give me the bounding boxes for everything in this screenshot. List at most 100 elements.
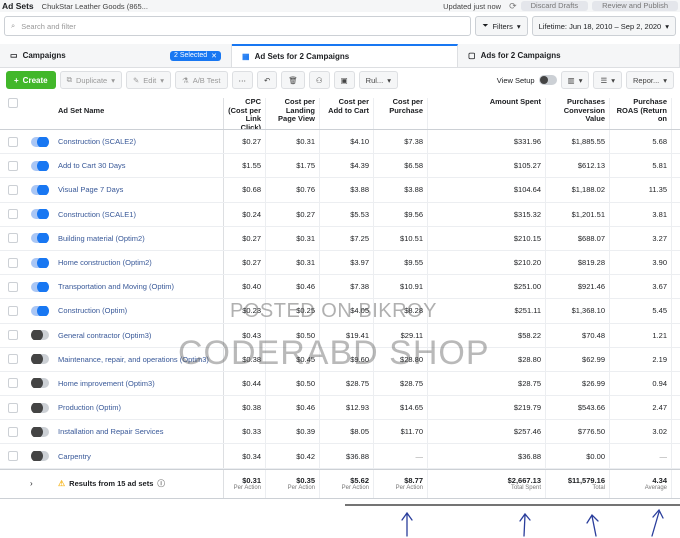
cell-spent: $251.11 <box>514 306 541 316</box>
audience-button[interactable]: ⚇ <box>308 71 330 89</box>
selected-badge[interactable]: 2 Selected ✕ <box>170 50 221 61</box>
row-checkbox[interactable] <box>8 330 18 341</box>
adset-status-toggle[interactable] <box>31 184 49 195</box>
col-header-cplpv[interactable]: Cost per Landing Page View <box>266 98 320 129</box>
adset-status-toggle[interactable] <box>31 354 49 365</box>
delete-button[interactable]: 🗑 <box>281 71 305 89</box>
edit-button[interactable]: ✎ Edit ▾ <box>125 71 171 89</box>
adset-status-toggle[interactable] <box>31 426 49 437</box>
reports-button[interactable]: Repor... ▾ <box>625 71 674 89</box>
row-checkbox[interactable] <box>8 257 18 268</box>
row-checkbox[interactable] <box>8 160 18 171</box>
table-row[interactable]: Home construction (Optim2) $0.27 $0.31 $3.9… <box>0 250 680 276</box>
adset-name-link[interactable]: Production (Optim) <box>58 403 121 412</box>
adset-name-link[interactable]: General contractor (Optim3) <box>58 331 151 340</box>
row-checkbox[interactable] <box>8 209 18 220</box>
adset-status-toggle[interactable] <box>31 160 49 171</box>
col-header-spent[interactable]: Amount Spent <box>428 98 546 129</box>
adset-status-toggle[interactable] <box>31 402 49 413</box>
cell-cplpv: $1.75 <box>296 161 315 171</box>
row-checkbox[interactable] <box>8 426 18 437</box>
select-all-checkbox[interactable] <box>8 98 18 108</box>
row-checkbox[interactable] <box>8 305 18 316</box>
columns-button[interactable]: ▥ ▾ <box>560 71 590 89</box>
col-header-cpatc[interactable]: Cost per Add to Cart <box>320 98 374 129</box>
row-checkbox[interactable] <box>8 354 18 365</box>
breakdown-button[interactable]: ☰ ▾ <box>593 71 622 89</box>
table-row[interactable]: Home improvement (Optim3) $0.44 $0.50 $28.7… <box>0 371 680 397</box>
filters-button[interactable]: ⏷ Filters ▾ <box>475 16 528 36</box>
table-row[interactable]: Construction (SCALE1) $0.24 $0.27 $5.53 $9.5… <box>0 202 680 227</box>
row-checkbox[interactable] <box>8 184 18 195</box>
discard-drafts-button[interactable]: Discard Drafts <box>520 1 589 11</box>
cell-spent: $58.22 <box>518 330 541 340</box>
date-range-picker[interactable]: Lifetime: Jun 18, 2010 – Sep 2, 2020 ▾ <box>531 16 676 36</box>
adset-name-link[interactable]: Carpentry <box>58 452 91 461</box>
adset-name-link[interactable]: Installation and Repair Services <box>58 427 163 436</box>
table-row[interactable]: Transportation and Moving (Optim) $0.40 $0… <box>0 275 680 300</box>
table-row[interactable]: Construction (SCALE2) $0.27 $0.31 $4.10 $7.3… <box>0 130 680 155</box>
cell-cpatc: $12.93 <box>346 403 369 413</box>
row-checkbox[interactable] <box>8 281 18 292</box>
flask-icon: ⚗ <box>181 75 189 85</box>
ab-test-button[interactable]: ⚗ A/B Test <box>174 71 228 89</box>
cell-pcv: $1,201.51 <box>571 209 605 219</box>
cell-roas: 3.90 <box>652 258 667 268</box>
view-setup-label: View Setup <box>496 75 535 85</box>
adset-status-toggle[interactable] <box>31 451 49 462</box>
adset-status-toggle[interactable] <box>31 233 49 244</box>
adset-status-toggle[interactable] <box>31 378 49 389</box>
adset-name-link[interactable]: Add to Cart 30 Days <box>58 161 126 170</box>
adset-name-link[interactable]: Construction (Optim) <box>58 306 127 315</box>
table-row[interactable]: Installation and Repair Services $0.33 $0.… <box>0 420 680 445</box>
tab-campaigns[interactable]: ▭ Campaigns 2 Selected ✕ <box>0 44 232 67</box>
expand-icon[interactable]: › <box>26 479 54 488</box>
more-button[interactable]: ⋯ <box>231 71 254 89</box>
review-publish-button[interactable]: Review and Publish <box>592 1 678 11</box>
chevron-down-icon: ▾ <box>578 75 583 85</box>
view-setup-toggle[interactable] <box>538 75 557 85</box>
col-header-cpc[interactable]: CPC (Cost per Link Click) <box>224 98 266 129</box>
adset-name-link[interactable]: Home improvement (Optim3) <box>58 379 155 388</box>
chevron-down-icon: ▾ <box>387 75 391 85</box>
account-selector[interactable]: ChukStar Leather Goods (865... <box>42 2 148 11</box>
table-row[interactable]: Add to Cart 30 Days $1.55 $1.75 $4.39 $6.58 $… <box>0 154 680 179</box>
preview-button[interactable]: ▣ <box>333 71 355 89</box>
adset-status-toggle[interactable] <box>31 136 49 147</box>
adset-name-link[interactable]: Building material (Optim2) <box>58 234 145 243</box>
col-header-pcv[interactable]: Purchases Conversion Value <box>546 98 610 129</box>
search-input[interactable]: ⌕ Search and filter <box>4 16 472 36</box>
rules-button[interactable]: Rul... ▾ <box>358 71 398 89</box>
duplicate-button[interactable]: ⧉ Duplicate ▾ <box>59 71 122 89</box>
adset-status-toggle[interactable] <box>31 209 49 220</box>
adset-name-link[interactable]: Home construction (Optim2) <box>58 258 152 267</box>
table-row[interactable]: Carpentry $0.34 $0.42 $36.88 — $36.88 $0.00 — <box>0 444 680 469</box>
adset-status-toggle[interactable] <box>31 305 49 316</box>
row-checkbox[interactable] <box>8 451 18 462</box>
row-checkbox[interactable] <box>8 378 18 389</box>
create-button[interactable]: + Create <box>6 71 56 89</box>
row-checkbox[interactable] <box>8 233 18 244</box>
adset-name-link[interactable]: Transportation and Moving (Optim) <box>58 282 174 291</box>
table-row[interactable]: Visual Page 7 Days $0.68 $0.76 $3.88 $3.88 $1… <box>0 178 680 203</box>
col-header-roas[interactable]: Purchase ROAS (Return on <box>610 98 672 129</box>
undo-button[interactable]: ↶ <box>257 71 278 89</box>
tab-ads[interactable]: ▢ Ads for 2 Campaigns <box>458 44 680 67</box>
adset-status-toggle[interactable] <box>31 281 49 292</box>
adset-name-link[interactable]: Construction (SCALE2) <box>58 137 136 146</box>
adset-name-link[interactable]: Visual Page 7 Days <box>58 185 123 194</box>
adset-status-toggle[interactable] <box>31 330 49 341</box>
row-checkbox[interactable] <box>8 136 18 147</box>
row-checkbox[interactable] <box>8 402 18 413</box>
people-icon: ⚇ <box>315 75 323 85</box>
table-row[interactable]: Building material (Optim2) $0.27 $0.31 $7.2… <box>0 226 680 251</box>
adset-status-toggle[interactable] <box>31 257 49 268</box>
col-header-name[interactable]: Ad Set Name <box>54 98 224 129</box>
refresh-icon[interactable]: ⟳ <box>509 1 517 12</box>
tab-adsets[interactable]: ▦ Ad Sets for 2 Campaigns <box>232 44 458 67</box>
info-icon[interactable]: ⓘ <box>157 478 165 489</box>
adset-name-link[interactable]: Construction (SCALE1) <box>58 210 136 219</box>
col-header-cpp[interactable]: Cost per Purchase <box>374 98 428 129</box>
table-row[interactable]: Production (Optim) $0.38 $0.46 $12.93 $14.65… <box>0 396 680 421</box>
cell-cpatc: $8.05 <box>350 427 369 437</box>
